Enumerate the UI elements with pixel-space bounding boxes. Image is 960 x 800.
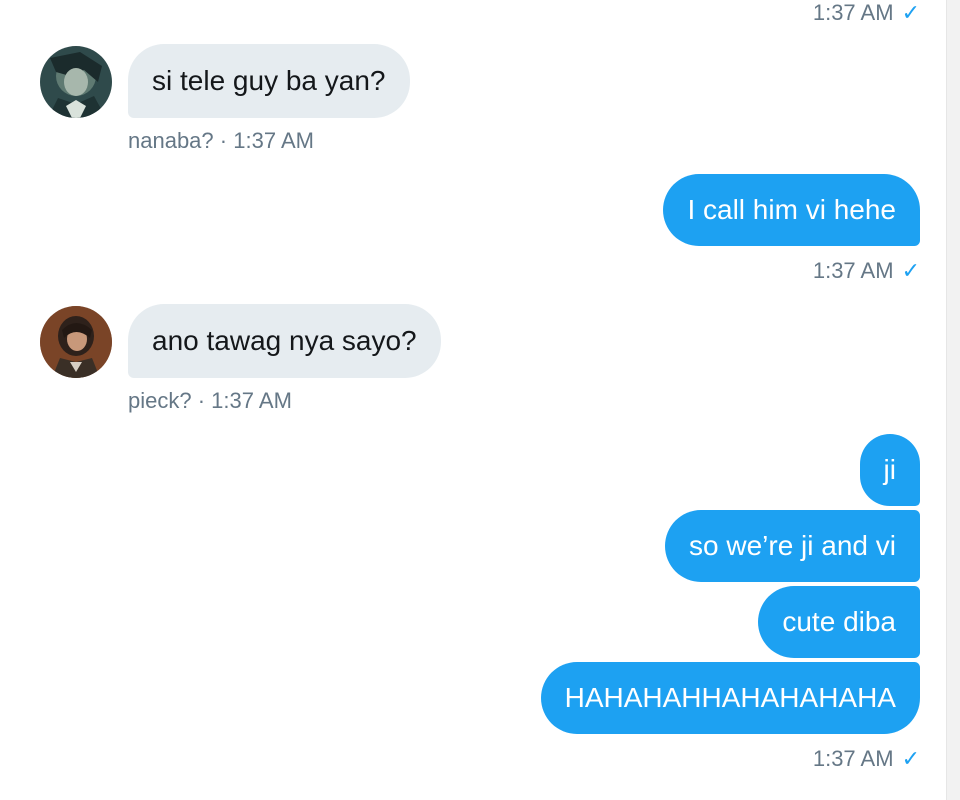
message-text: I call him vi hehe bbox=[687, 194, 896, 225]
message-text: ano tawag nya sayo? bbox=[152, 325, 417, 356]
message-time: 1:37 AM bbox=[211, 388, 292, 413]
check-icon: ✓ bbox=[901, 0, 920, 25]
avatar-pieck[interactable] bbox=[40, 306, 112, 378]
sent-message-bubble[interactable]: HAHAHAHHAHAHAHAHA bbox=[540, 662, 920, 734]
message-time: 1:37 AM bbox=[812, 258, 894, 283]
message-status: 1:37 AM ✓ bbox=[813, 258, 920, 284]
message-time: 1:37 AM bbox=[812, 0, 894, 25]
message-meta: pieck? · 1:37 AM bbox=[128, 388, 292, 414]
sent-message-bubble[interactable]: so we’re ji and vi bbox=[665, 510, 920, 582]
sent-message-bubble[interactable]: I call him vi hehe bbox=[663, 174, 920, 246]
message-text: cute diba bbox=[782, 606, 896, 637]
sent-message-bubble[interactable]: cute diba bbox=[758, 586, 920, 658]
message-text: ji bbox=[883, 454, 896, 485]
conversation-view: 1:37 AM ✓ si tele guy ba yan? nanaba? · 1… bbox=[0, 0, 946, 800]
message-text: si tele guy ba yan? bbox=[152, 65, 386, 96]
sender-name[interactable]: pieck? bbox=[128, 388, 192, 413]
message-text: HAHAHAHHAHAHAHAHA bbox=[564, 682, 896, 713]
message-time: 1:37 AM bbox=[812, 746, 894, 771]
message-status: 1:37 AM ✓ bbox=[813, 746, 920, 772]
message-time: 1:37 AM bbox=[233, 128, 314, 153]
message-status: 1:37 AM ✓ bbox=[813, 0, 920, 26]
sent-message-bubble[interactable]: ji bbox=[859, 434, 920, 506]
meta-separator: · bbox=[219, 128, 228, 153]
received-message-bubble[interactable]: si tele guy ba yan? bbox=[128, 44, 410, 118]
sender-name[interactable]: nanaba? bbox=[128, 128, 214, 153]
received-message-bubble[interactable]: ano tawag nya sayo? bbox=[128, 304, 441, 378]
check-icon: ✓ bbox=[901, 258, 920, 283]
message-meta: nanaba? · 1:37 AM bbox=[128, 128, 314, 154]
meta-separator: · bbox=[197, 388, 206, 413]
message-text: so we’re ji and vi bbox=[689, 530, 896, 561]
check-icon: ✓ bbox=[901, 746, 920, 771]
scrollbar[interactable] bbox=[946, 0, 960, 800]
avatar-nanaba[interactable] bbox=[40, 46, 112, 118]
